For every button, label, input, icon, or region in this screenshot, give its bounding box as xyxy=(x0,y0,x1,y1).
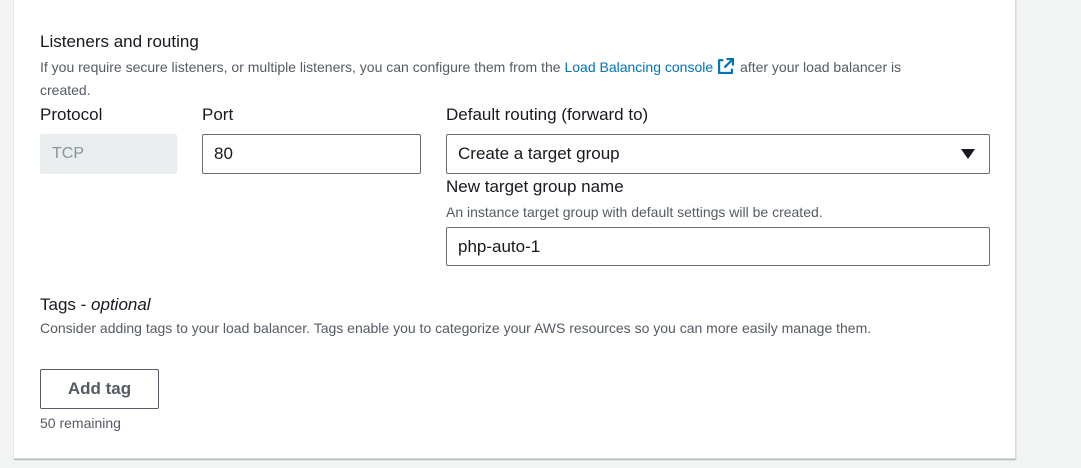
add-tag-button[interactable]: Add tag xyxy=(40,369,159,409)
listeners-description-text-3: created. xyxy=(40,82,91,98)
port-value: 80 xyxy=(214,144,233,163)
default-routing-select[interactable]: Create a target group xyxy=(446,134,990,174)
tags-description: Consider adding tags to your load balanc… xyxy=(40,320,872,336)
tags-title-optional: optional xyxy=(91,295,151,314)
port-label: Port xyxy=(202,105,234,124)
default-routing-label: Default routing (forward to) xyxy=(446,105,649,124)
protocol-label: Protocol xyxy=(40,105,103,124)
default-routing-selected: Create a target group xyxy=(458,144,620,163)
listeners-section-title: Listeners and routing xyxy=(40,32,199,51)
listeners-description-text-2: after your load balancer is xyxy=(736,59,902,75)
load-balancing-console-link-label: Load Balancing console xyxy=(564,59,714,75)
listeners-description-text: If you require secure listeners, or mult… xyxy=(40,59,565,75)
protocol-field: TCP xyxy=(40,134,177,174)
target-group-name-label: New target group name xyxy=(446,177,624,196)
tags-remaining-count: 50 remaining xyxy=(40,415,121,431)
target-group-name-value: php-auto-1 xyxy=(458,236,541,256)
load-balancing-console-link[interactable]: Load Balancing console xyxy=(564,58,736,75)
port-input[interactable]: 80 xyxy=(202,134,421,174)
tags-section-title: Tags - optional xyxy=(40,295,151,315)
external-link-icon xyxy=(717,58,735,80)
protocol-value: TCP xyxy=(52,145,84,162)
load-balancer-config-panel: Listeners and routing If you require sec… xyxy=(14,0,1016,459)
listeners-description: If you require secure listeners, or mult… xyxy=(40,57,1000,100)
target-group-description: An instance target group with default se… xyxy=(446,204,823,220)
tags-title-text: Tags - xyxy=(40,295,92,314)
target-group-name-input[interactable]: php-auto-1 xyxy=(446,227,990,266)
add-tag-button-label: Add tag xyxy=(67,379,132,398)
caret-down-icon xyxy=(961,149,975,159)
